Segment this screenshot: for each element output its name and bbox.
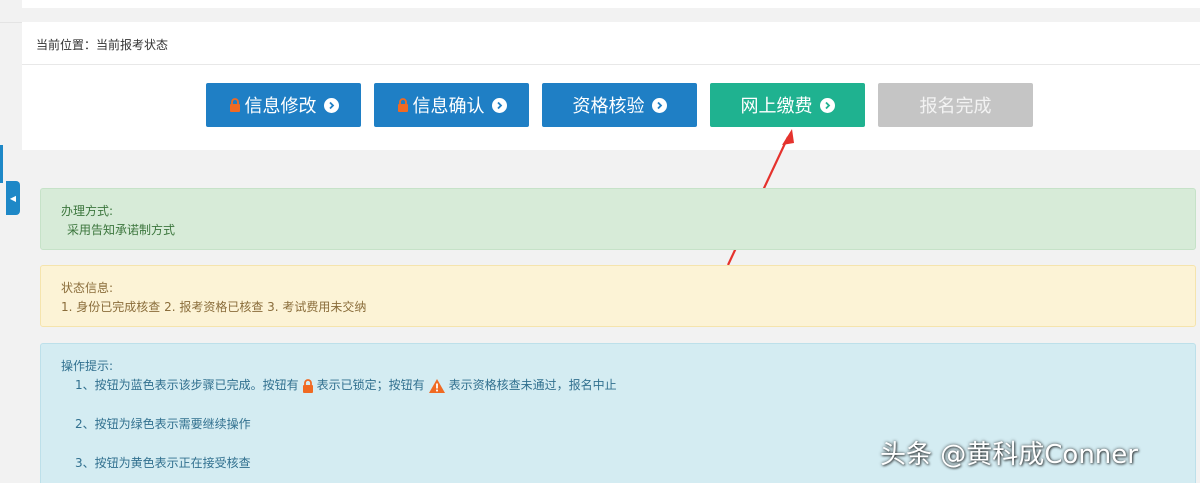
step-buttons: 信息修改 信息确认 资格核验 网上缴费 报名完成 bbox=[206, 83, 1033, 127]
status-body: 1. 身份已完成核查 2. 报考资格已核查 3. 考试费用未交纳 bbox=[61, 300, 367, 314]
circle-arrow-right-icon bbox=[651, 97, 667, 113]
left-accent-bar bbox=[0, 145, 3, 183]
top-strip bbox=[0, 0, 1200, 23]
lock-icon bbox=[302, 378, 313, 393]
step-label: 信息确认 bbox=[412, 96, 485, 117]
step-registration-complete-button[interactable]: 报名完成 bbox=[878, 83, 1033, 127]
breadcrumb: 当前位置：当前报考状态 bbox=[36, 38, 169, 52]
sidebar-collapse-button[interactable]: ◀ bbox=[6, 181, 20, 215]
step-label: 网上缴费 bbox=[740, 96, 813, 117]
step-info-edit-button[interactable]: 信息修改 bbox=[206, 83, 361, 127]
step-qualification-check-button[interactable]: 资格核验 bbox=[542, 83, 697, 127]
step-label: 资格核验 bbox=[572, 96, 645, 117]
tips-title: 操作提示: bbox=[61, 359, 114, 373]
lock-icon bbox=[397, 98, 408, 112]
warning-icon bbox=[428, 378, 445, 393]
tip-line-1-prefix: 1、按钮为蓝色表示该步骤已完成。按钮有 bbox=[75, 378, 299, 392]
method-title: 办理方式: bbox=[61, 204, 114, 218]
step-label: 信息修改 bbox=[244, 96, 317, 117]
tip-line-1-suffix: 表示资格核查未通过，报名中止 bbox=[448, 378, 617, 392]
method-alert: 办理方式: 采用告知承诺制方式 bbox=[40, 188, 1196, 250]
step-label: 报名完成 bbox=[919, 96, 992, 117]
status-panel: 当前位置：当前报考状态 信息修改 信息确认 资格核验 网上缴费 报名完成 bbox=[22, 22, 1200, 150]
step-info-confirm-button[interactable]: 信息确认 bbox=[374, 83, 529, 127]
page: ◀ 当前位置：当前报考状态 信息修改 信息确认 资格核验 网上缴费 报名完成 办… bbox=[0, 0, 1200, 483]
method-body: 采用告知承诺制方式 bbox=[67, 223, 176, 237]
tip-line-2: 2、按钮为绿色表示需要继续操作 bbox=[61, 415, 1175, 434]
step-online-payment-button[interactable]: 网上缴费 bbox=[710, 83, 865, 127]
circle-arrow-right-icon bbox=[491, 97, 507, 113]
tip-line-3-text: 3、按钮为黄色表示正在接受核查 bbox=[75, 456, 251, 470]
tip-line-1-mid: 表示已锁定；按钮有 bbox=[316, 378, 425, 392]
watermark: 头条 @黄科成Conner bbox=[880, 440, 1138, 470]
caret-left-icon: ◀ bbox=[9, 193, 17, 203]
tip-line-2-text: 2、按钮为绿色表示需要继续操作 bbox=[75, 417, 251, 431]
top-strip-inner bbox=[22, 0, 1200, 8]
tip-line-1: 1、按钮为蓝色表示该步骤已完成。按钮有 表示已锁定；按钮有 表示资格核查未通过，… bbox=[61, 376, 1175, 395]
panel-divider bbox=[22, 64, 1200, 65]
circle-arrow-right-icon bbox=[323, 97, 339, 113]
status-alert: 状态信息: 1. 身份已完成核查 2. 报考资格已核查 3. 考试费用未交纳 bbox=[40, 265, 1196, 327]
circle-arrow-right-icon bbox=[819, 97, 835, 113]
tip-gap bbox=[61, 395, 1175, 415]
lock-icon bbox=[229, 98, 240, 112]
status-title: 状态信息: bbox=[61, 281, 114, 295]
